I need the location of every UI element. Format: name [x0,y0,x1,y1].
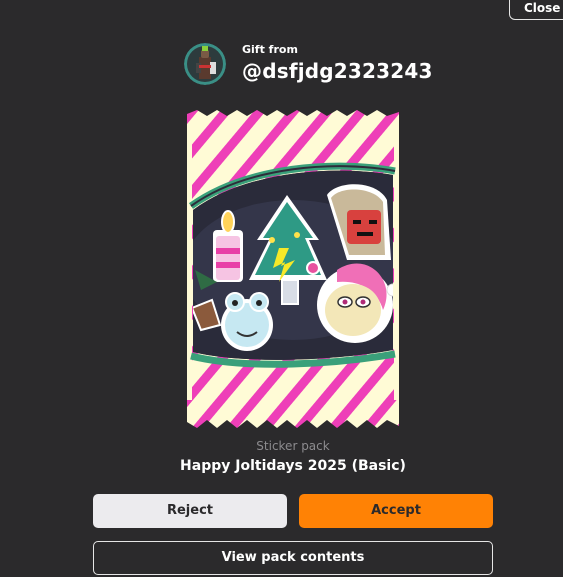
pack-name: Happy Joltidays 2025 (Basic) [180,458,406,474]
accept-button[interactable]: Accept [299,494,493,528]
close-button[interactable]: Close [509,0,563,20]
view-pack-contents-button[interactable]: View pack contents [93,541,493,575]
pack-type-label: Sticker pack [256,439,330,453]
gift-from-label: Gift from [242,43,298,56]
sticker-pack-image [187,110,399,430]
reject-button[interactable]: Reject [93,494,287,528]
sender-username: @dsfjdg2323243 [242,59,433,83]
sender-avatar [184,43,226,85]
